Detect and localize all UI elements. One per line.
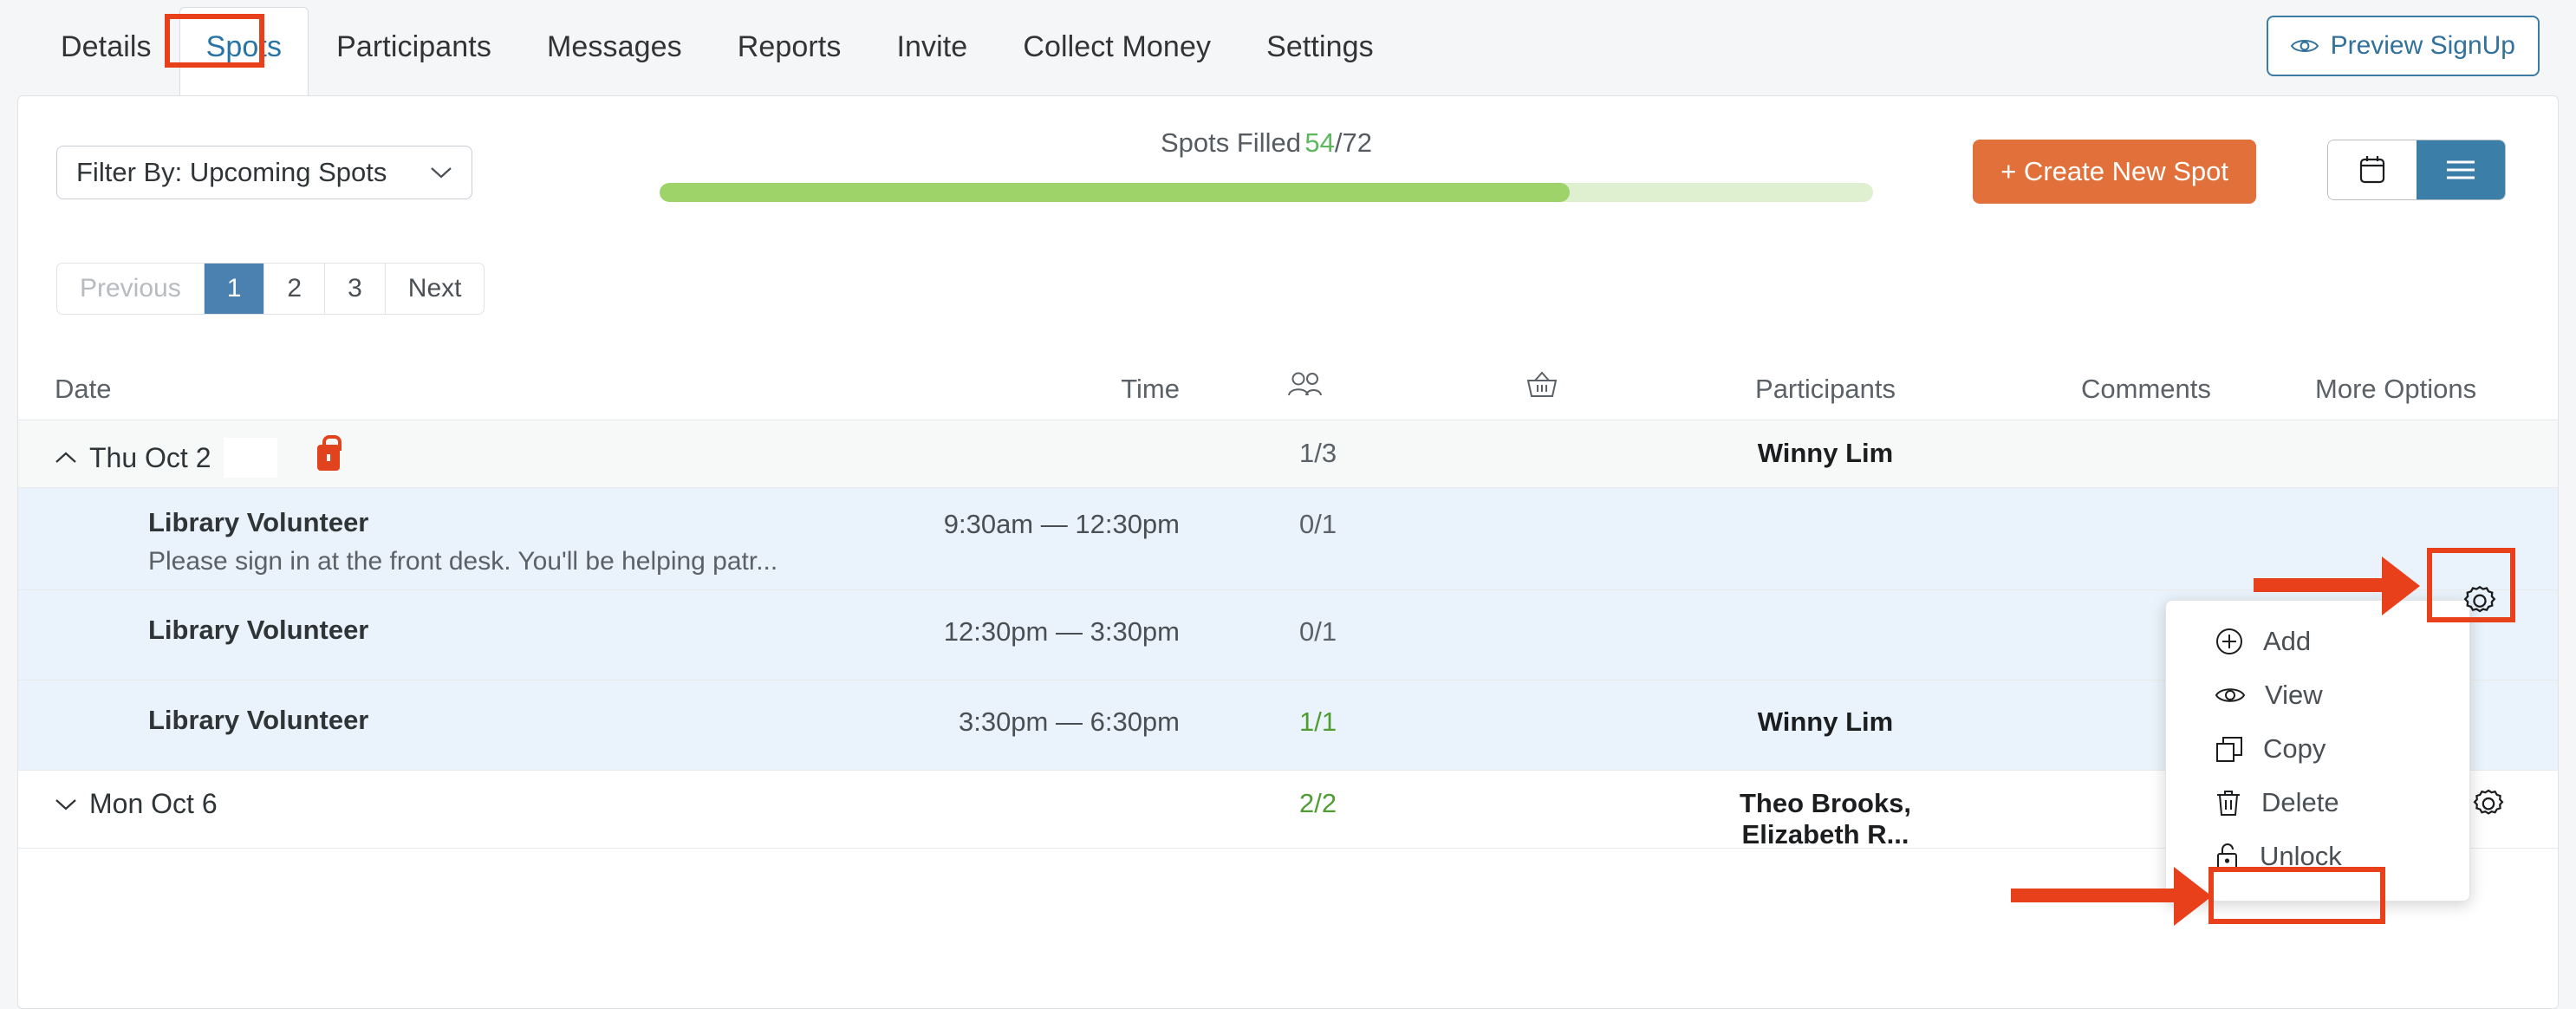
table-row-spot-1[interactable]: Library Volunteer Please sign in at the …: [18, 488, 2558, 590]
tab-collect-money[interactable]: Collect Money: [995, 30, 1239, 97]
filter-by-label: Filter By: Upcoming Spots: [76, 157, 387, 187]
annotation-arrow-unlock: [2011, 867, 2236, 928]
spot-capacity: 1/1: [1299, 706, 1337, 737]
menu-item-add[interactable]: Add: [2166, 615, 2469, 668]
pagination-previous[interactable]: Previous: [57, 264, 205, 314]
menu-item-label: View: [2265, 680, 2323, 710]
spot-description: Please sign in at the front desk. You'll…: [148, 547, 778, 576]
tab-bar: Details Spots Participants Messages Repo…: [0, 0, 2576, 97]
menu-item-label: Copy: [2263, 733, 2326, 764]
pagination: Previous 1 2 3 Next: [56, 263, 485, 315]
preview-signup-label: Preview SignUp: [2330, 31, 2515, 60]
spot-capacity: 0/1: [1299, 616, 1337, 647]
gear-icon[interactable]: [2471, 786, 2506, 821]
chevron-up-icon[interactable]: [55, 451, 77, 465]
list-icon: [2444, 159, 2477, 181]
menu-item-label: Unlock: [2260, 841, 2342, 871]
column-header-participants[interactable]: Participants: [1691, 374, 1960, 405]
tab-invite[interactable]: Invite: [868, 30, 995, 97]
eye-icon: [2215, 684, 2246, 706]
more-options-gear-button[interactable]: [2462, 583, 2498, 619]
spots-toolbar: Filter By: Upcoming Spots Spots Filled 5…: [18, 96, 2558, 235]
filter-by-select[interactable]: Filter By: Upcoming Spots: [56, 146, 472, 199]
pagination-page-3[interactable]: 3: [325, 264, 386, 314]
people-icon: [1285, 370, 1324, 398]
create-new-spot-button[interactable]: + Create New Spot: [1973, 140, 2256, 204]
list-view-button[interactable]: [2417, 140, 2505, 199]
table-row-group-thu-oct-2[interactable]: Thu Oct 2 1/3 Winny Lim: [18, 420, 2558, 488]
tab-participants[interactable]: Participants: [309, 30, 519, 97]
chevron-down-icon[interactable]: [55, 797, 77, 811]
column-header-time[interactable]: Time: [868, 374, 1180, 405]
spots-filled-total: /72: [1334, 127, 1372, 158]
group-participants: Theo Brooks, Elizabeth R...: [1739, 788, 1912, 850]
copy-icon: [2215, 734, 2244, 764]
group-capacity: 1/3: [1299, 438, 1337, 468]
redacted-block: [223, 438, 277, 478]
group-date-label: Thu Oct 2: [89, 441, 211, 473]
spot-capacity: 0/1: [1299, 509, 1337, 539]
tab-spots[interactable]: Spots: [179, 7, 309, 97]
chevron-down-icon: [430, 166, 452, 179]
spots-filled-status: Spots Filled 54/72: [660, 127, 1873, 159]
plus-circle-icon: [2215, 627, 2244, 656]
spot-participants: Winny Lim: [1757, 706, 1894, 737]
group-date-label: Mon Oct 6: [89, 788, 218, 819]
menu-item-view[interactable]: View: [2166, 668, 2469, 722]
menu-item-label: Delete: [2261, 787, 2339, 817]
app-root: Details Spots Participants Messages Repo…: [0, 0, 2576, 1009]
menu-item-label: Add: [2263, 626, 2312, 656]
trash-icon: [2215, 788, 2242, 817]
lock-icon: [316, 435, 342, 471]
eye-icon: [2290, 36, 2319, 55]
tab-messages[interactable]: Messages: [519, 30, 710, 97]
calendar-icon: [2358, 154, 2387, 186]
column-header-comments[interactable]: Comments: [2081, 374, 2211, 405]
annotation-arrow-gear: [2254, 555, 2453, 615]
tab-list: Details Spots Participants Messages Repo…: [0, 0, 1402, 97]
calendar-view-button[interactable]: [2328, 140, 2417, 199]
column-header-date[interactable]: Date: [55, 374, 111, 405]
group-date-cell[interactable]: Mon Oct 6: [55, 788, 218, 820]
spot-time: 3:30pm — 6:30pm: [958, 706, 1180, 737]
spots-progress-track: [660, 183, 1873, 202]
menu-item-delete[interactable]: Delete: [2166, 776, 2469, 830]
spots-filled-count: 54: [1304, 127, 1335, 158]
spot-time: 9:30am — 12:30pm: [943, 509, 1180, 539]
pagination-next[interactable]: Next: [385, 264, 485, 314]
spot-name: Library Volunteer: [148, 615, 369, 645]
spots-filled-label: Spots Filled: [1160, 127, 1301, 158]
group-date-cell[interactable]: Thu Oct 2: [55, 435, 342, 478]
group-capacity: 2/2: [1299, 788, 1337, 818]
spot-name: Library Volunteer: [148, 705, 369, 735]
menu-item-copy[interactable]: Copy: [2166, 722, 2469, 776]
pagination-page-2[interactable]: 2: [264, 264, 326, 314]
view-toggle-group: [2327, 140, 2506, 200]
basket-icon: [1525, 370, 1559, 400]
column-header-more-options: More Options: [2315, 374, 2477, 404]
spot-name: Library Volunteer: [148, 507, 369, 537]
table-header: Date Time Participants Comments More Opt…: [18, 367, 2558, 420]
tab-reports[interactable]: Reports: [710, 30, 869, 97]
tab-settings[interactable]: Settings: [1239, 30, 1402, 97]
tab-details[interactable]: Details: [33, 30, 179, 97]
group-participants: Winny Lim: [1757, 438, 1894, 468]
pagination-page-1[interactable]: 1: [204, 264, 265, 314]
more-options-context-menu: Add View Copy Delete Unlock: [2165, 600, 2470, 902]
spots-progress-fill: [660, 183, 1570, 202]
spot-time: 12:30pm — 3:30pm: [943, 616, 1180, 647]
preview-signup-button[interactable]: Preview SignUp: [2266, 16, 2540, 76]
